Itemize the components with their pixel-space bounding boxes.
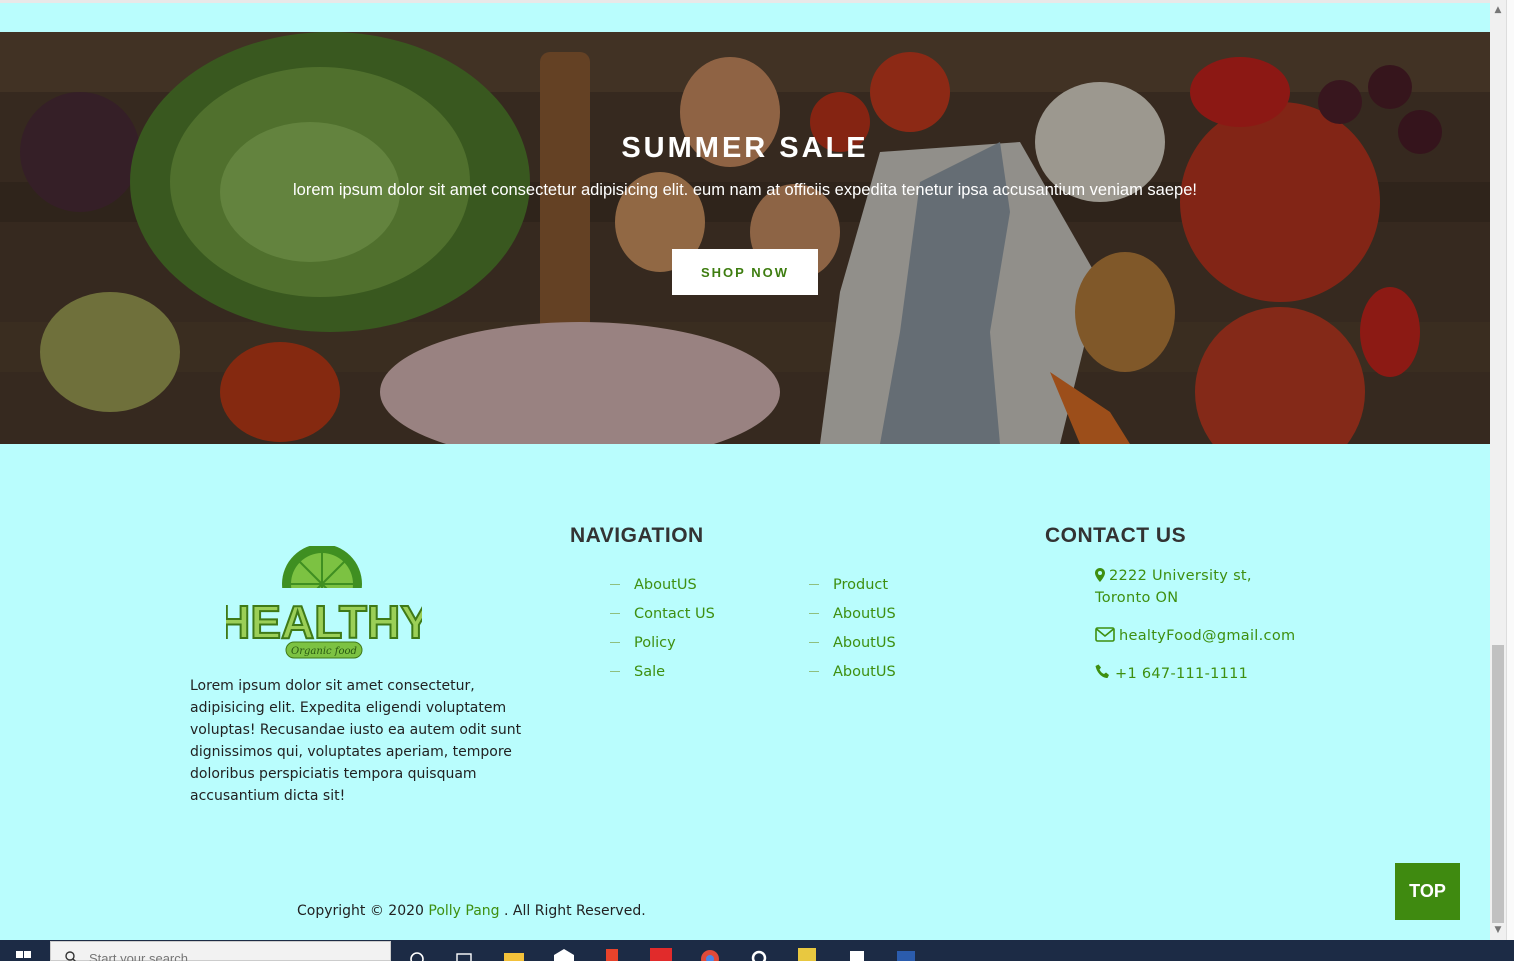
dash-icon [610,613,620,614]
nav-item: Policy [610,628,715,657]
nav-link-aboutus[interactable]: AboutUS [833,664,896,680]
nav-link-contact-us[interactable]: Contact US [634,606,715,622]
nav-item: Sale [610,657,715,686]
navigation-title: NAVIGATION [570,524,704,547]
dash-icon [809,642,819,643]
dash-icon [610,642,620,643]
hero-text: lorem ipsum dolor sit amet consectetur a… [293,181,1197,199]
dash-icon [610,671,620,672]
dash-icon [610,584,620,585]
office-icon[interactable] [601,945,625,961]
copyright-author-link[interactable]: Polly Pang [428,903,499,919]
contact-title: CONTACT US [1045,524,1187,547]
chrome-icon[interactable] [698,945,722,961]
taskbar-search-input[interactable] [89,951,379,961]
sticky-notes-icon[interactable] [795,945,819,961]
navigation-column-1: AboutUS Contact US Policy Sale [610,570,715,686]
mail-icon[interactable] [552,945,576,961]
scroll-down-arrow-icon[interactable]: ▼ [1490,922,1506,938]
map-pin-icon [1095,568,1105,582]
hero-title: SUMMER SALE [621,132,869,164]
teams-icon[interactable] [845,945,869,961]
youdao-icon[interactable] [649,945,673,961]
top-strip [0,0,1490,32]
shop-now-button[interactable]: SHOP NOW [672,249,818,295]
nav-item: AboutUS [809,599,896,628]
envelope-icon [1095,627,1115,642]
nav-item: AboutUS [809,628,896,657]
windows-start-icon[interactable] [10,945,36,961]
scroll-up-arrow-icon[interactable]: ▲ [1490,2,1506,18]
phone-icon [1095,664,1109,678]
windows-taskbar [0,940,1514,961]
copyright-suffix: . All Right Reserved. [504,903,646,919]
vertical-scrollbar[interactable]: ▲ ▼ [1490,0,1506,940]
scrollbar-thumb[interactable] [1492,645,1504,923]
contact-address: 2222 University st, Toronto ON [1095,565,1295,609]
taskbar-search[interactable] [50,941,391,961]
nav-link-sale[interactable]: Sale [634,664,665,680]
dash-icon [809,584,819,585]
address-text: 2222 University st, Toronto ON [1095,568,1252,606]
word-icon[interactable] [894,945,918,961]
footer-about-text: Lorem ipsum dolor sit amet consectetur, … [190,678,522,804]
file-explorer-icon[interactable] [502,945,526,961]
nav-link-policy[interactable]: Policy [634,635,676,651]
nav-link-aboutus[interactable]: AboutUS [833,635,896,651]
back-to-top-button[interactable]: TOP [1395,863,1460,920]
contact-email: healtyFood@gmail.com [1095,625,1295,647]
navigation-column-2: Product AboutUS AboutUS AboutUS [809,570,896,686]
nav-link-product[interactable]: Product [833,577,888,593]
copyright: Copyright © 2020 Polly Pang . All Right … [297,903,646,919]
nav-link-aboutus[interactable]: AboutUS [634,577,697,593]
hero-overlay [0,32,1490,444]
healthy-logo: HEALTHY Organic food [226,546,422,659]
settings-icon[interactable] [747,945,771,961]
nav-item: AboutUS [809,657,896,686]
nav-item: Product [809,570,896,599]
phone-text: +1 647-111-1111 [1115,666,1249,682]
nav-item: Contact US [610,599,715,628]
logo-word: HEALTHY [226,596,422,648]
logo-tagline: Organic food [291,646,357,657]
dash-icon [809,613,819,614]
dash-icon [809,671,819,672]
task-view-icon[interactable] [453,945,477,961]
hero-banner: SUMMER SALE lorem ipsum dolor sit amet c… [0,32,1490,444]
nav-link-aboutus[interactable]: AboutUS [833,606,896,622]
email-link[interactable]: healtyFood@gmail.com [1119,628,1295,644]
cortana-icon[interactable] [406,945,430,961]
contact-phone: +1 647-111-1111 [1095,663,1248,685]
search-icon [65,951,76,961]
nav-item: AboutUS [610,570,715,599]
side-panel-edge [1506,0,1514,940]
copyright-prefix: Copyright © 2020 [297,903,424,919]
